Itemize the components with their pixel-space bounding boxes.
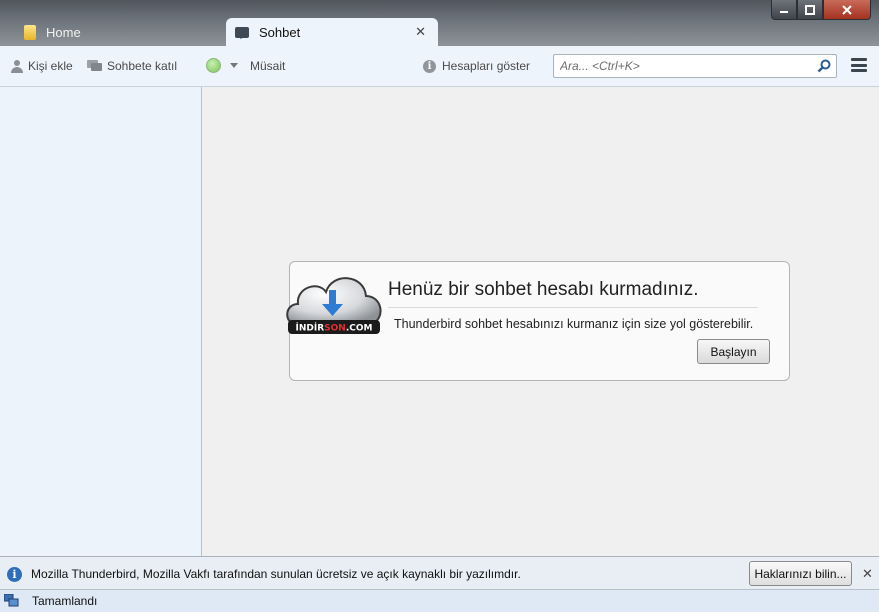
chat-content-area: İNDİRSON.COM Henüz bir sohbet hesabı kur… — [202, 87, 879, 556]
tab-chat[interactable]: Sohbet ✕ — [226, 18, 438, 46]
add-contact-label: Kişi ekle — [28, 59, 73, 73]
status-bar: Tamamlandı — [0, 590, 879, 612]
chat-toolbar: Kişi ekle Sohbete katıl Müsait i Hesapla… — [0, 46, 879, 87]
close-window-button[interactable] — [823, 0, 871, 20]
home-icon — [24, 24, 36, 40]
chat-icon — [235, 26, 249, 39]
tab-home-label: Home — [46, 24, 81, 40]
status-available-icon — [206, 58, 221, 73]
search-box[interactable] — [553, 54, 837, 78]
chevron-down-icon — [230, 63, 238, 68]
window-controls — [771, 0, 871, 20]
no-account-card: İNDİRSON.COM Henüz bir sohbet hesabı kur… — [286, 261, 790, 381]
add-contact-button[interactable]: Kişi ekle — [11, 59, 73, 73]
join-chat-label: Sohbete katıl — [107, 59, 178, 73]
svg-text:İNDİRSON.COM: İNDİRSON.COM — [296, 323, 373, 334]
show-accounts-label: Hesapları göster — [442, 59, 531, 73]
maximize-button[interactable] — [797, 0, 823, 20]
close-icon — [842, 4, 852, 15]
show-accounts-button[interactable]: i Hesapları göster — [423, 59, 530, 73]
get-started-button[interactable]: Başlayın — [697, 339, 770, 364]
know-your-rights-button[interactable]: Haklarınızı bilin... — [749, 561, 852, 586]
notification-close-icon[interactable]: ✕ — [862, 566, 873, 582]
minimize-icon — [780, 10, 788, 13]
status-label[interactable]: Müsait — [250, 59, 285, 73]
indirson-logo: İNDİRSON.COM — [286, 277, 382, 334]
person-icon — [11, 59, 23, 73]
contacts-sidebar[interactable] — [0, 87, 202, 556]
info-icon: i — [423, 59, 436, 73]
notification-text: Mozilla Thunderbird, Mozilla Vakfı taraf… — [31, 567, 521, 581]
status-selector[interactable]: Müsait — [206, 58, 285, 73]
tab-close-icon[interactable]: ✕ — [415, 24, 426, 40]
maximize-icon — [805, 4, 815, 15]
hamburger-menu-icon — [851, 58, 867, 61]
notification-bar: i Mozilla Thunderbird, Mozilla Vakfı tar… — [0, 556, 879, 590]
info-icon: i — [7, 567, 22, 582]
minimize-button[interactable] — [771, 0, 797, 20]
search-input[interactable] — [554, 55, 804, 77]
search-icon[interactable] — [817, 59, 831, 73]
card-description: Thunderbird sohbet hesabınızı kurmanız i… — [394, 317, 754, 331]
network-status-icon[interactable] — [4, 594, 19, 607]
tab-home[interactable]: Home — [12, 18, 212, 46]
chat-bubbles-icon — [87, 60, 102, 72]
join-chat-button[interactable]: Sohbete katıl — [87, 59, 177, 73]
card-title: Henüz bir sohbet hesabı kurmadınız. — [388, 279, 758, 308]
app-menu-button[interactable] — [851, 58, 867, 72]
tab-chat-label: Sohbet — [259, 24, 301, 40]
title-bar: Home Sohbet ✕ — [0, 0, 879, 46]
status-text: Tamamlandı — [32, 594, 98, 608]
